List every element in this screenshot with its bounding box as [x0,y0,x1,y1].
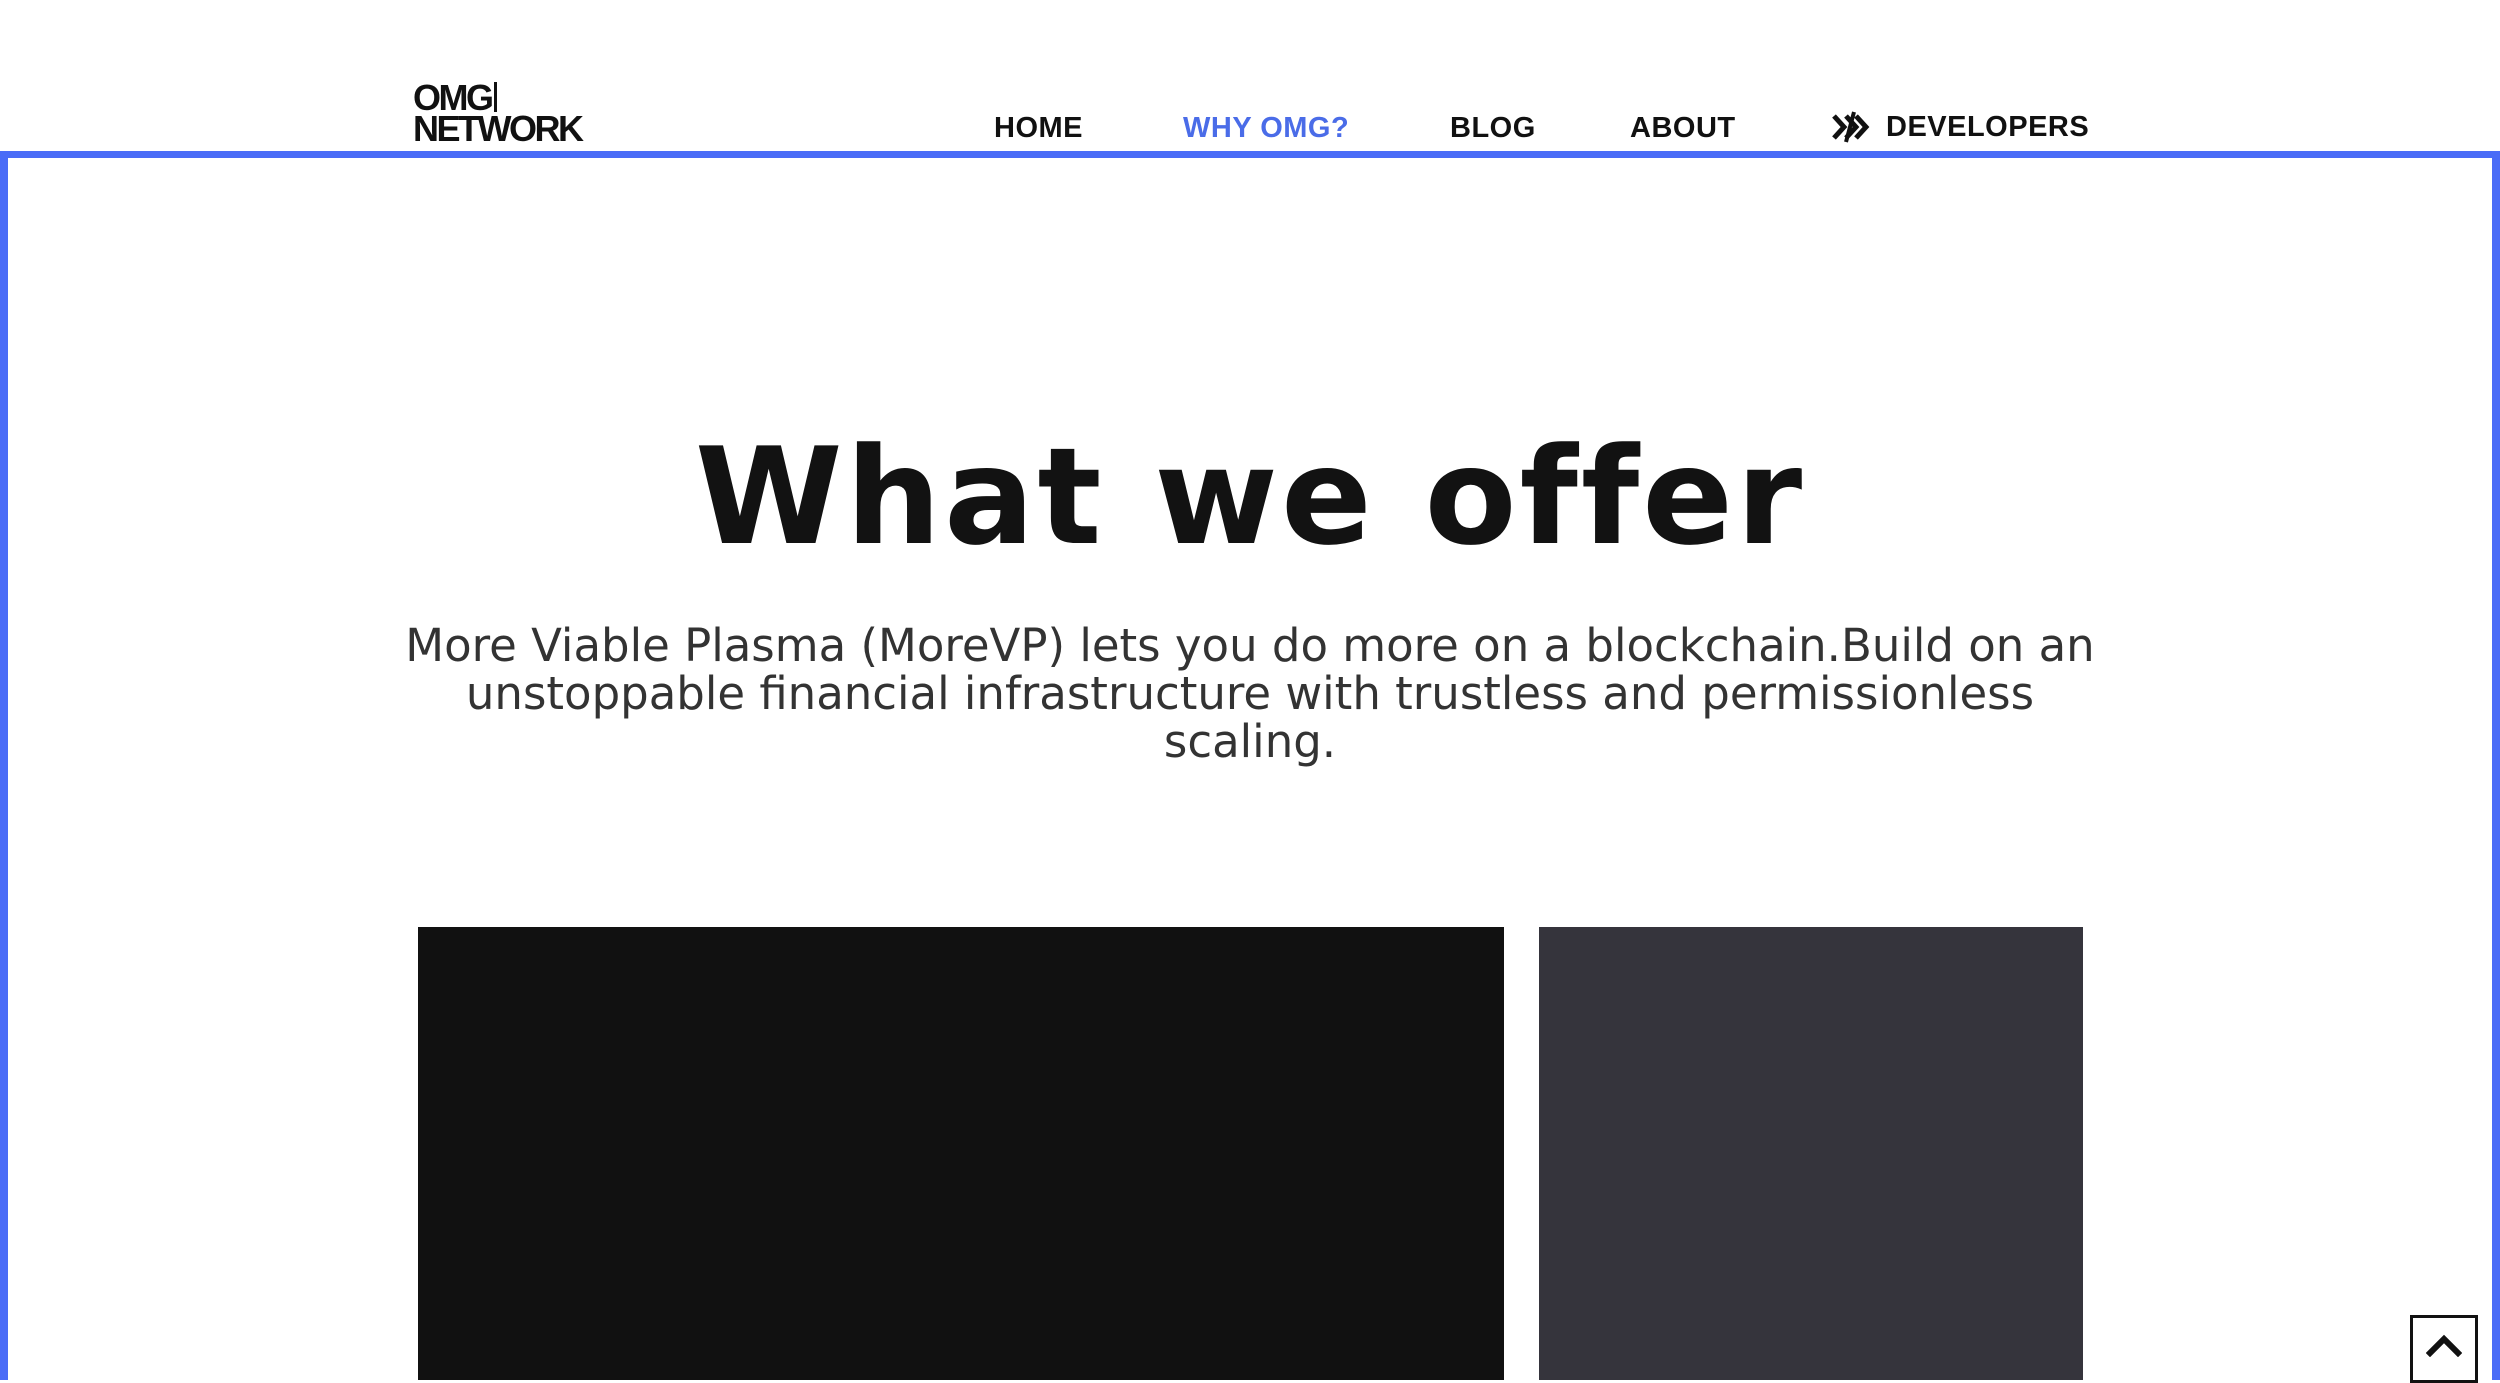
nav-item-developers-label: DEVELOPERS [1886,110,2090,143]
section-description: More Viable Plasma (MoreVP) lets you do … [405,619,2095,768]
site-header: OMG NETWORK HOME WHY OMG? BLOG ABOUT DEV… [0,0,2500,152]
nav-item-why-omg[interactable]: WHY OMG? [1183,112,1349,145]
dark-card [418,927,1504,1380]
gray-card [1539,927,2083,1380]
nav-item-home[interactable]: HOME [994,112,1083,145]
nav-item-about[interactable]: ABOUT [1630,112,1736,145]
nav-item-developers[interactable]: DEVELOPERS [1832,110,2089,144]
main-nav: HOME WHY OMG? BLOG ABOUT DEVELOPERS [0,110,2500,152]
chevron-up-icon [2426,1334,2462,1357]
section-title: What we offer [694,419,1806,575]
developer-arrows-icon [1832,110,1870,144]
nav-item-blog[interactable]: BLOG [1450,112,1536,145]
scroll-to-top-button[interactable] [2410,1315,2478,1383]
